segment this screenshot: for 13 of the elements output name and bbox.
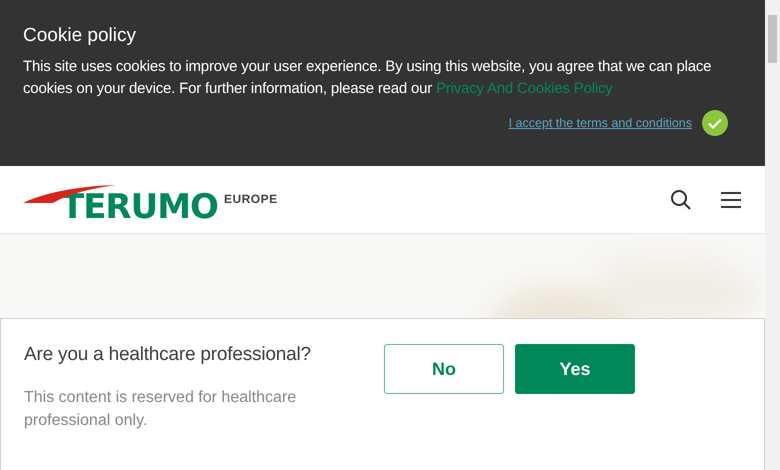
dialog-question: Are you a healthcare professional? <box>24 344 312 366</box>
banner-text: This site uses cookies to improve your user experience. By using this website, you agree that we can place cookies on your device. For further information, please read our Privacy And Cookies Policy <box>23 57 712 99</box>
banner-title: Cookie policy <box>23 25 137 47</box>
search-icon[interactable] <box>670 188 692 210</box>
policy-link[interactable]: Privacy And Cookies Policy <box>436 80 613 97</box>
check-icon[interactable] <box>702 110 728 136</box>
accept-link[interactable]: I accept the terms and conditions <box>508 116 692 130</box>
confirm-button[interactable]: Yes <box>515 344 635 394</box>
scrollbar[interactable] <box>765 0 780 470</box>
decline-button[interactable]: No <box>384 344 504 394</box>
logo-region: EUROPE <box>224 192 278 206</box>
dialog-note: This content is reserved for healthcare professional only. <box>24 388 298 431</box>
logo-text[interactable]: TERUMO <box>61 192 218 222</box>
